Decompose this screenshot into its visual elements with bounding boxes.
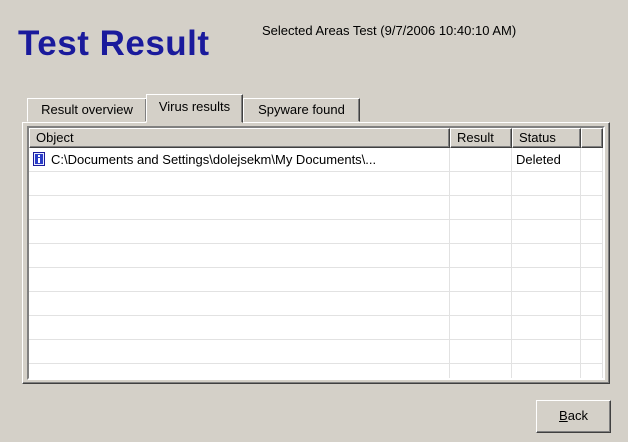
tab-result-overview[interactable]: Result overview (27, 98, 147, 122)
page-title: Test Result (18, 24, 210, 63)
back-label: ack (567, 408, 588, 423)
empty-row (29, 220, 603, 244)
empty-row (29, 340, 603, 364)
empty-row (29, 172, 603, 196)
back-button[interactable]: Back (536, 400, 611, 433)
empty-row (29, 268, 603, 292)
object-path: C:\Documents and Settings\dolejsekm\My D… (51, 152, 377, 167)
back-mnemonic: B (559, 408, 568, 423)
filler-cell (581, 148, 603, 172)
test-subtitle: Selected Areas Test (9/7/2006 10:40:10 A… (262, 23, 517, 38)
empty-row (29, 196, 603, 220)
tab-panel: Object Result Status C:\Documents and Se… (22, 122, 610, 384)
list-rows: C:\Documents and Settings\dolejsekm\My D… (29, 148, 603, 378)
empty-row (29, 244, 603, 268)
column-header-status[interactable]: Status (512, 128, 581, 148)
column-header-object[interactable]: Object (29, 128, 450, 148)
list-header: Object Result Status (29, 128, 603, 148)
empty-row (29, 364, 603, 378)
info-file-icon (33, 150, 46, 166)
results-list[interactable]: Object Result Status C:\Documents and Se… (27, 126, 605, 380)
status-cell: Deleted (512, 148, 581, 172)
object-cell: C:\Documents and Settings\dolejsekm\My D… (29, 148, 450, 172)
empty-row (29, 292, 603, 316)
empty-row (29, 316, 603, 340)
column-header-filler (581, 128, 603, 148)
tab-spyware-found[interactable]: Spyware found (243, 98, 360, 122)
list-item[interactable]: C:\Documents and Settings\dolejsekm\My D… (29, 148, 603, 172)
result-cell (450, 148, 512, 172)
column-header-result[interactable]: Result (450, 128, 512, 148)
tab-virus-results[interactable]: Virus results (146, 94, 243, 123)
